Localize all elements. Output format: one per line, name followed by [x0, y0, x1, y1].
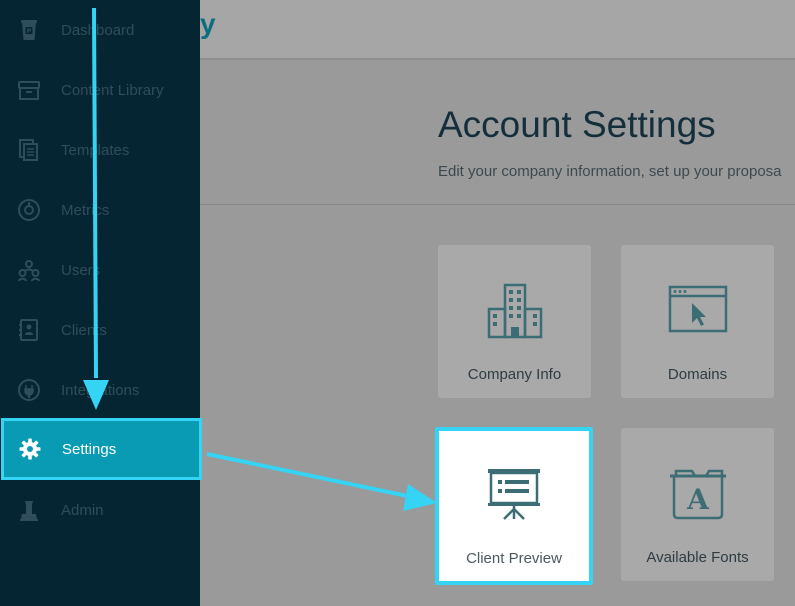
plug-icon	[16, 377, 42, 403]
cup-p-icon: P	[16, 17, 42, 43]
card-label: Domains	[667, 366, 728, 383]
sidebar-item-label: Clients	[61, 321, 107, 339]
content-divider	[200, 204, 795, 205]
domains-card[interactable]: Domains	[621, 245, 774, 398]
page-subtitle: Edit your company information, set up yo…	[438, 163, 782, 180]
sidebar-item-content-library[interactable]: Content Library	[0, 60, 200, 120]
top-header: y	[200, 0, 795, 60]
users-icon	[16, 257, 42, 283]
gear-icon	[17, 436, 43, 462]
sidebar-item-label: Templates	[61, 141, 130, 159]
available-fonts-card[interactable]: A Available Fonts	[621, 428, 774, 581]
card-label: Available Fonts	[646, 549, 749, 566]
sidebar-item-clients[interactable]: Clients	[0, 300, 200, 360]
card-label: Company Info	[467, 366, 562, 383]
sidebar-item-label: Settings	[62, 440, 117, 458]
app-window: y P Dashboard Content Library Templates	[0, 0, 795, 606]
sidebar-item-label: Users	[61, 261, 101, 279]
sidebar: P Dashboard Content Library Templates Me…	[0, 0, 202, 606]
client-preview-card[interactable]: Client Preview	[435, 427, 593, 585]
arrow-to-client-preview	[206, 452, 437, 511]
sidebar-item-label: Dashboard	[61, 21, 135, 39]
sidebar-item-label: Metrics	[61, 201, 110, 219]
building-icon	[438, 279, 591, 343]
contact-book-icon	[16, 317, 42, 343]
sidebar-item-templates[interactable]: Templates	[0, 120, 200, 180]
browser-cursor-icon	[621, 279, 774, 343]
sidebar-item-label: Integrations	[61, 381, 140, 399]
archive-box-icon	[16, 77, 42, 103]
sidebar-item-integrations[interactable]: Integrations	[0, 360, 200, 420]
sidebar-item-dashboard[interactable]: P Dashboard	[0, 0, 200, 60]
sidebar-item-metrics[interactable]: Metrics	[0, 180, 200, 240]
gauge-icon	[16, 197, 42, 223]
page-title: Account Settings	[438, 104, 716, 145]
presentation-board-icon	[439, 463, 589, 527]
company-info-card[interactable]: Company Info	[438, 245, 591, 398]
font-folder-icon: A	[621, 462, 774, 526]
card-label: Client Preview	[466, 550, 562, 567]
svg-text:P: P	[27, 27, 32, 35]
sidebar-item-label: Admin	[61, 501, 104, 519]
sidebar-item-label: Content Library	[61, 81, 164, 99]
documents-icon	[16, 137, 42, 163]
brand-name: y	[200, 8, 216, 39]
sidebar-item-users[interactable]: Users	[0, 240, 200, 300]
sidebar-item-admin[interactable]: Admin	[0, 480, 200, 540]
admin-icon	[16, 497, 42, 523]
svg-text:A: A	[686, 483, 710, 516]
sidebar-item-settings[interactable]: Settings	[1, 418, 202, 480]
